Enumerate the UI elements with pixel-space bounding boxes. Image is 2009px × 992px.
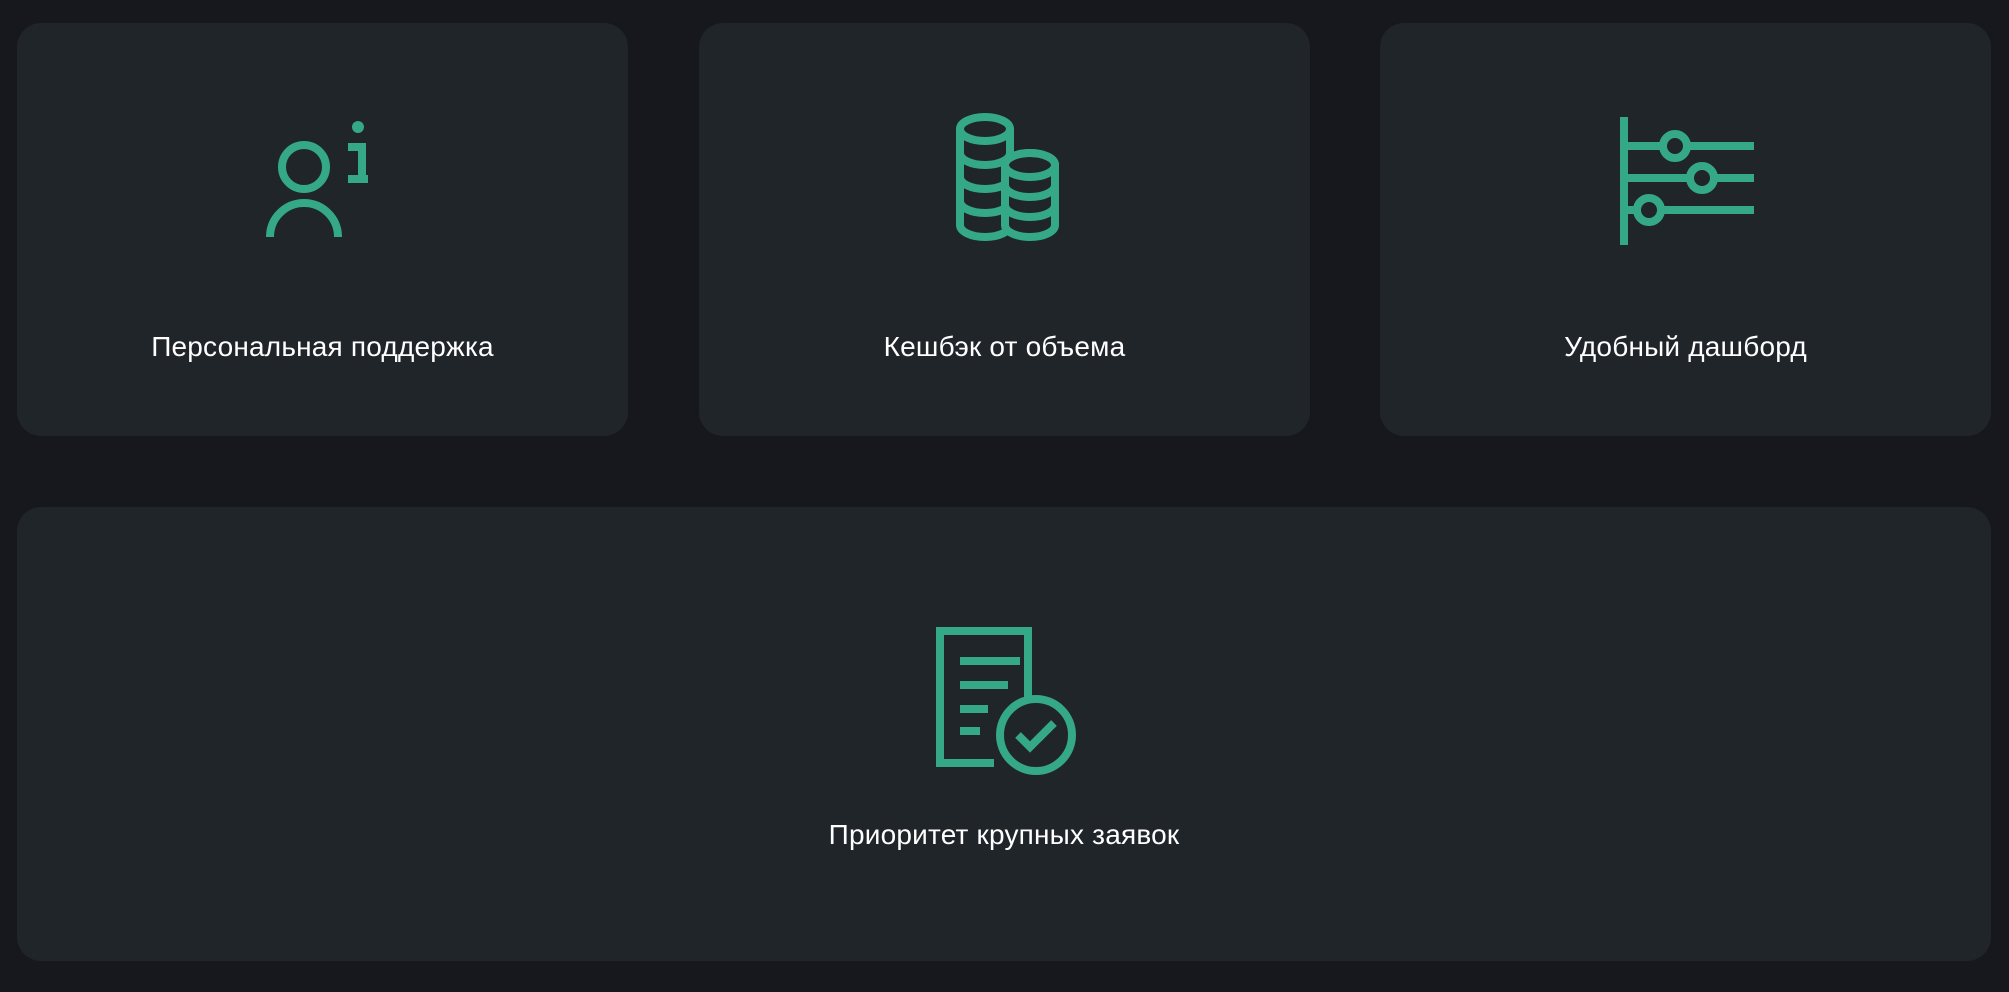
features-grid: Персональная поддержка Кешбэк от объема: [0, 0, 2009, 992]
feature-card-personal-support: Персональная поддержка: [17, 23, 628, 436]
feature-label: Кешбэк от объема: [883, 331, 1126, 362]
feature-card-dashboard: Удобный дашборд: [1380, 23, 1991, 436]
sliders-dashboard-icon: [1611, 105, 1761, 255]
feature-card-cashback: Кешбэк от объема: [699, 23, 1310, 436]
person-info-icon: [248, 105, 398, 255]
feature-label: Удобный дашборд: [1564, 331, 1807, 362]
feature-label: Персональная поддержка: [151, 331, 494, 362]
coins-stack-icon: [930, 105, 1080, 255]
feature-label: Приоритет крупных заявок: [828, 819, 1180, 850]
feature-card-priority-orders: Приоритет крупных заявок: [17, 507, 1991, 961]
document-check-icon: [924, 619, 1084, 779]
